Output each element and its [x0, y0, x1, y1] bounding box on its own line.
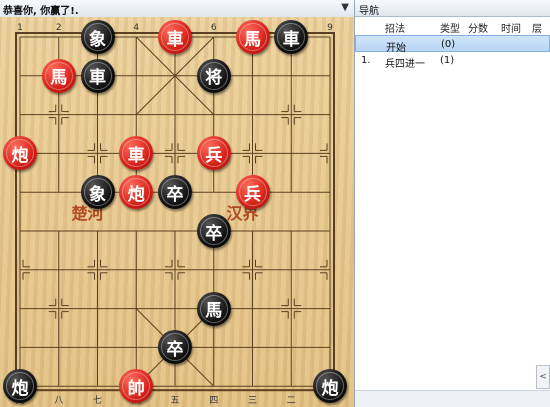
black-piece[interactable]: 炮 [3, 369, 37, 404]
board-panel-titlebar: 恭喜你, 你赢了!. ▼ [0, 0, 354, 18]
header-layer[interactable]: 层 [532, 20, 542, 35]
app-window: 恭喜你, 你赢了!. ▼ 123456789九八七六五四三二一楚河汉界 象車馬車… [0, 0, 550, 407]
move-type: (0) [441, 39, 456, 50]
move-list-header: 招法 类型 分数 时间 层 [355, 17, 550, 35]
top-file-label: 4 [133, 23, 139, 33]
bottom-file-label: 八 [54, 396, 63, 406]
red-piece[interactable]: 兵 [235, 175, 270, 210]
header-score[interactable]: 分数 [468, 20, 488, 35]
black-piece[interactable]: 馬 [196, 291, 231, 326]
red-piece[interactable]: 車 [158, 20, 192, 54]
game-result-title: 恭喜你, 你赢了!. [3, 6, 79, 17]
black-piece[interactable]: 炮 [313, 369, 347, 404]
top-file-label: 2 [56, 23, 62, 33]
navigation-panel: 导航 招法 类型 分数 时间 层 开始 (0) 1. 兵四进一 (1) < [355, 0, 550, 407]
red-piece[interactable]: 馬 [41, 58, 76, 93]
pin-icon[interactable]: ▼ [341, 2, 349, 13]
navigation-title: 导航 [355, 0, 550, 17]
top-file-label: 6 [211, 23, 217, 33]
header-move[interactable]: 招法 [385, 20, 405, 35]
header-time[interactable]: 时间 [501, 20, 521, 35]
black-piece[interactable]: 車 [80, 58, 115, 93]
header-type[interactable]: 类型 [440, 20, 460, 35]
top-file-label: 9 [327, 23, 333, 33]
bottom-file-label: 五 [170, 396, 179, 406]
board-panel: 恭喜你, 你赢了!. ▼ 123456789九八七六五四三二一楚河汉界 象車馬車… [0, 0, 355, 407]
move-row-start[interactable]: 开始 (0) [355, 35, 550, 54]
black-piece[interactable]: 将 [196, 58, 231, 93]
black-piece[interactable]: 象 [80, 175, 115, 210]
black-piece[interactable]: 車 [274, 20, 309, 54]
bottom-file-label: 二 [287, 396, 296, 406]
bottom-file-label: 四 [209, 396, 218, 406]
bottom-file-label: 七 [93, 395, 102, 406]
move-text: 兵四进一 [385, 59, 425, 70]
black-piece[interactable]: 卒 [158, 175, 192, 210]
move-row[interactable]: 1. 兵四进一 (1) [355, 52, 550, 70]
move-index: 1. [361, 55, 371, 66]
chevron-left-icon[interactable]: < [536, 365, 550, 389]
bottom-file-label: 三 [248, 396, 257, 406]
horizontal-scrollbar[interactable] [355, 390, 550, 407]
red-piece[interactable]: 兵 [196, 136, 231, 171]
red-piece[interactable]: 馬 [235, 20, 270, 54]
top-file-label: 1 [17, 23, 23, 33]
xiangqi-board[interactable]: 123456789九八七六五四三二一楚河汉界 象車馬車馬車将炮車兵象炮卒兵卒馬卒… [0, 17, 354, 407]
black-piece[interactable]: 卒 [196, 214, 231, 248]
move-type: (1) [440, 55, 455, 66]
black-piece[interactable]: 象 [80, 20, 115, 54]
